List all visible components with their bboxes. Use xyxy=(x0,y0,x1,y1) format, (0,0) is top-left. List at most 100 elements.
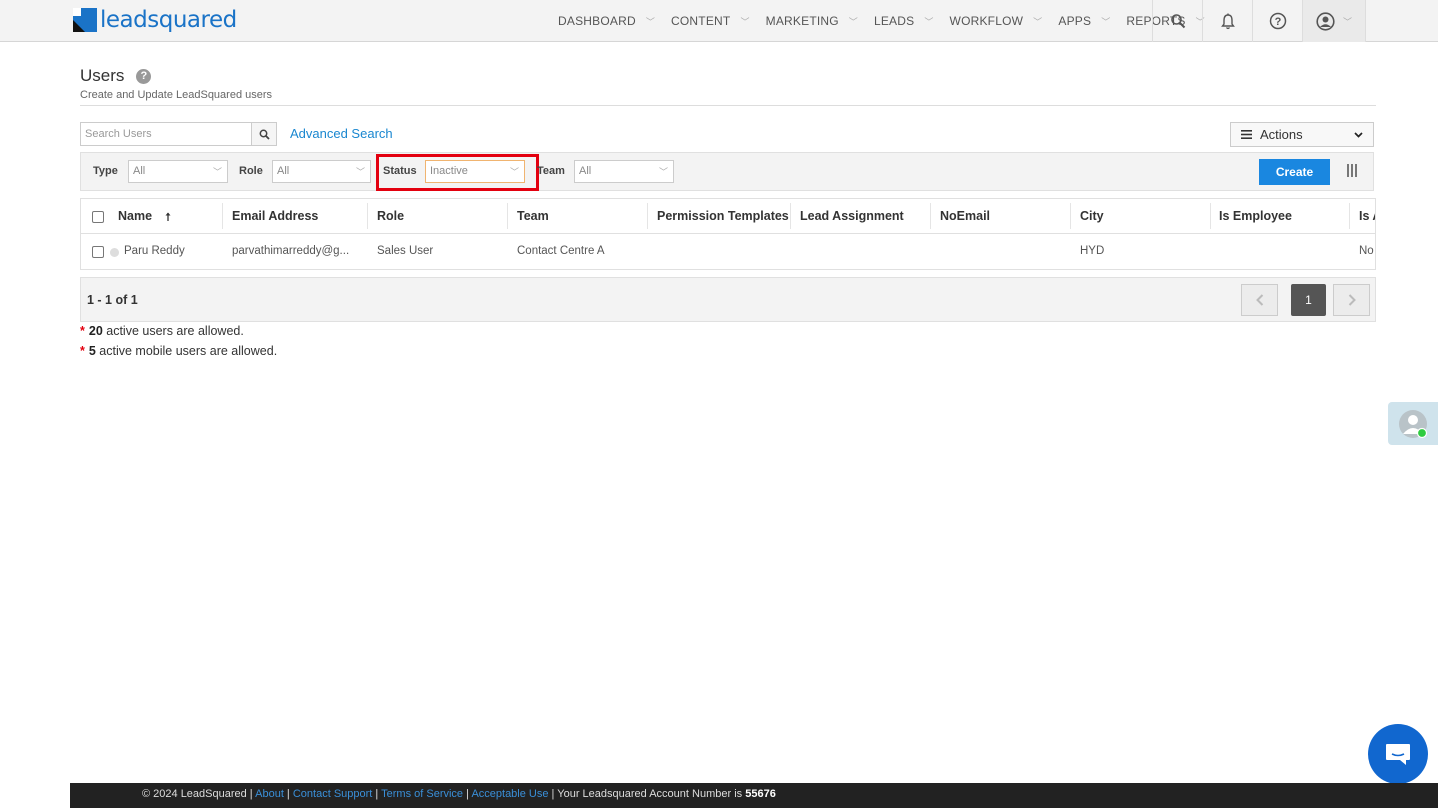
search-input[interactable]: Search Users xyxy=(80,122,252,146)
chevron-down-icon: ﹀ xyxy=(1101,16,1111,27)
logo-mark-icon xyxy=(73,8,97,32)
user-status-dot xyxy=(110,248,119,257)
footer: © 2024 LeadSquared | About | Contact Sup… xyxy=(70,783,1438,808)
chevron-left-icon xyxy=(1255,294,1263,306)
team-filter-select[interactable]: All ﹀ xyxy=(574,160,674,183)
filter-bar: Type All ﹀ Role All ﹀ Status Inactive ﹀ Tea… xyxy=(80,152,1374,191)
users-table: Name Email Address Role Team Permission … xyxy=(80,198,1376,270)
agent-status-widget[interactable] xyxy=(1388,402,1438,445)
col-header-role[interactable]: Role xyxy=(377,209,404,223)
nav-label: MARKETING xyxy=(765,14,839,28)
table-header: Name Email Address Role Team Permission … xyxy=(81,199,1375,234)
status-filter-label: Status xyxy=(383,165,417,177)
user-profile-menu[interactable]: ﹀ xyxy=(1302,0,1366,42)
bell-icon[interactable] xyxy=(1202,0,1252,42)
chevron-down-icon: ﹀ xyxy=(848,16,858,27)
main-nav: DASHBOARD ﹀ CONTENT ﹀ MARKETING ﹀ LEADS ﹀ WO… xyxy=(550,0,1213,42)
prev-page-button[interactable] xyxy=(1241,284,1278,316)
col-header-is-employee[interactable]: Is Employee xyxy=(1219,209,1292,223)
select-all-checkbox[interactable] xyxy=(92,211,104,223)
status-filter-select[interactable]: Inactive ﹀ xyxy=(425,160,525,183)
search-icon[interactable] xyxy=(1152,0,1202,42)
footer-contact-link[interactable]: Contact Support xyxy=(293,788,373,800)
agent-avatar-icon xyxy=(1399,409,1428,438)
nav-leads[interactable]: LEADS ﹀ xyxy=(866,0,942,42)
role-filter-select[interactable]: All ﹀ xyxy=(272,160,371,183)
chevron-down-icon: ﹀ xyxy=(212,167,222,177)
col-header-city[interactable]: City xyxy=(1080,209,1104,223)
menu-icon xyxy=(1241,130,1252,139)
cell-city: HYD xyxy=(1080,245,1105,257)
row-checkbox[interactable] xyxy=(92,246,104,258)
nav-dashboard[interactable]: DASHBOARD ﹀ xyxy=(550,0,663,42)
page-subtitle: Create and Update LeadSquared users xyxy=(80,89,273,101)
footer-copyright: © 2024 LeadSquared xyxy=(142,788,247,800)
col-header-name[interactable]: Name xyxy=(118,209,152,223)
create-button[interactable]: Create xyxy=(1259,159,1330,185)
asterisk-icon: * xyxy=(80,344,85,358)
footer-terms-link[interactable]: Terms of Service xyxy=(381,788,463,800)
nav-workflow[interactable]: WORKFLOW ﹀ xyxy=(942,0,1051,42)
table-row[interactable]: Paru Reddy parvathimarreddy@g... Sales U… xyxy=(81,234,1375,269)
cell-email: parvathimarreddy@g... xyxy=(232,245,350,257)
user-profile-icon xyxy=(1316,11,1335,31)
chevron-down-icon: ﹀ xyxy=(509,167,519,177)
type-filter-label: Type xyxy=(93,165,118,177)
col-header-email[interactable]: Email Address xyxy=(232,209,318,223)
advanced-search-link[interactable]: Advanced Search xyxy=(290,126,393,141)
chevron-down-icon: ﹀ xyxy=(1342,16,1352,27)
actions-dropdown[interactable]: Actions xyxy=(1230,122,1374,147)
help-icon[interactable]: ? xyxy=(1252,0,1302,42)
asterisk-icon: * xyxy=(80,324,85,338)
nav-label: CONTENT xyxy=(671,14,731,28)
sort-asc-icon xyxy=(165,212,171,221)
columns-icon[interactable] xyxy=(1347,164,1357,177)
svg-text:?: ? xyxy=(1274,16,1281,28)
col-header-lead-assignment[interactable]: Lead Assignment xyxy=(800,209,904,223)
cell-name[interactable]: Paru Reddy xyxy=(124,245,185,257)
col-header-permission-templates[interactable]: Permission Templates xyxy=(657,209,789,223)
top-navbar: leadsquared DASHBOARD ﹀ CONTENT ﹀ MARKETIN… xyxy=(0,0,1438,42)
chevron-down-icon: ﹀ xyxy=(740,16,750,27)
footer-account-number: 55676 xyxy=(745,788,776,800)
nav-marketing[interactable]: MARKETING ﹀ xyxy=(758,0,866,42)
nav-label: LEADS xyxy=(873,14,915,28)
type-filter-select[interactable]: All ﹀ xyxy=(128,160,228,183)
type-filter-value: All xyxy=(133,165,146,177)
page-title: Users ? xyxy=(80,66,152,86)
footer-account-label: Your Leadsquared Account Number is xyxy=(557,788,743,800)
team-filter-label: Team xyxy=(537,165,565,177)
chat-icon xyxy=(1386,744,1410,765)
role-filter-value: All xyxy=(277,165,290,177)
col-header-noemail[interactable]: NoEmail xyxy=(940,209,990,223)
footer-about-link[interactable]: About xyxy=(255,788,284,800)
mobile-users-note: * 5 active mobile users are allowed. xyxy=(80,344,277,358)
record-count: 1 - 1 of 1 xyxy=(87,293,138,307)
chevron-down-icon: ﹀ xyxy=(658,167,668,177)
status-filter-value: Inactive xyxy=(430,165,468,177)
nav-label: WORKFLOW xyxy=(949,14,1024,28)
col-header-team[interactable]: Team xyxy=(517,209,549,223)
nav-apps[interactable]: APPS ﹀ xyxy=(1050,0,1118,42)
footer-acceptable-link[interactable]: Acceptable Use xyxy=(471,788,548,800)
chevron-down-icon xyxy=(1354,131,1363,138)
chat-widget-button[interactable] xyxy=(1368,724,1428,784)
logo-text: leadsquared xyxy=(100,7,237,33)
nav-content[interactable]: CONTENT ﹀ xyxy=(663,0,758,42)
mobile-users-text: active mobile users are allowed. xyxy=(95,344,278,358)
next-page-button[interactable] xyxy=(1333,284,1370,316)
search-button[interactable] xyxy=(251,122,277,146)
cell-role: Sales User xyxy=(377,245,434,257)
divider xyxy=(80,105,1376,106)
col-header-is-a[interactable]: Is A xyxy=(1359,209,1375,223)
nav-icon-group: ? ﹀ xyxy=(1152,0,1366,42)
leadsquared-logo[interactable]: leadsquared xyxy=(73,6,237,34)
cell-is-a: No xyxy=(1359,245,1374,257)
chevron-down-icon: ﹀ xyxy=(924,16,934,27)
page-1-button[interactable]: 1 xyxy=(1291,284,1326,316)
nav-label: APPS xyxy=(1058,14,1092,28)
cell-team: Contact Centre A xyxy=(517,245,605,257)
team-filter-value: All xyxy=(579,165,592,177)
help-icon[interactable]: ? xyxy=(136,68,152,84)
chevron-down-icon: ﹀ xyxy=(1033,16,1043,27)
